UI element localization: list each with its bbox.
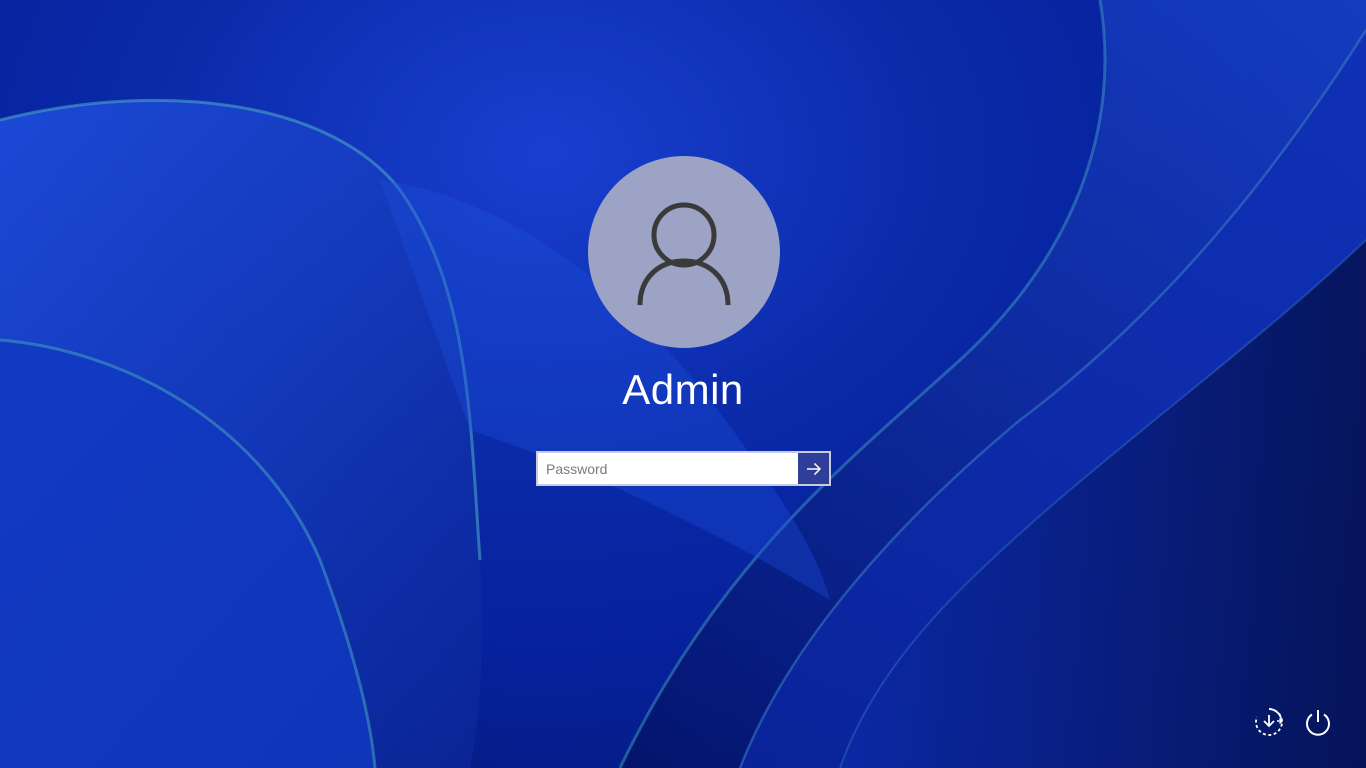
password-row xyxy=(536,451,831,486)
lock-screen: Admin xyxy=(0,0,1366,768)
password-input[interactable] xyxy=(538,453,798,484)
user-avatar xyxy=(588,156,780,348)
accessibility-icon xyxy=(1255,708,1284,736)
power-icon xyxy=(1306,710,1330,736)
accessibility-button[interactable] xyxy=(1249,702,1289,742)
login-panel: Admin xyxy=(0,0,1366,768)
user-silhouette-icon xyxy=(637,202,731,306)
submit-button[interactable] xyxy=(798,453,829,484)
arrow-right-icon xyxy=(806,462,821,475)
username-label: Admin xyxy=(622,366,744,413)
power-button[interactable] xyxy=(1298,702,1338,742)
